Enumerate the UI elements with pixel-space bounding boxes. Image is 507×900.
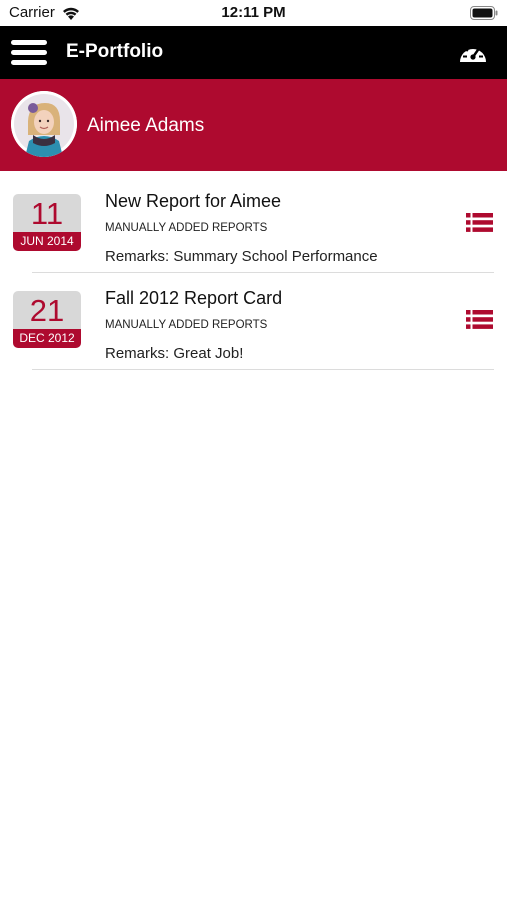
date-day: 21: [13, 291, 81, 329]
clock: 12:11 PM: [221, 4, 286, 21]
list-icon[interactable]: [466, 310, 493, 329]
nav-bar: E-Portfolio: [0, 26, 507, 79]
report-remarks: Remarks: Great Job!: [105, 345, 244, 362]
avatar: [11, 91, 77, 157]
report-list-item[interactable]: 21 DEC 2012 Fall 2012 Report Card MANUAL…: [0, 273, 507, 370]
report-title: Fall 2012 Report Card: [105, 288, 283, 308]
battery-icon: [470, 6, 498, 20]
report-remarks: Remarks: Summary School Performance: [105, 248, 378, 265]
row-divider: [32, 369, 494, 370]
report-category: MANUALLY ADDED REPORTS: [105, 222, 268, 234]
page-title: E-Portfolio: [66, 41, 164, 62]
student-name: Aimee Adams: [87, 115, 205, 136]
date-day: 11: [13, 194, 81, 232]
report-list-item[interactable]: 11 JUN 2014 New Report for Aimee MANUALL…: [0, 176, 507, 273]
hamburger-menu-icon[interactable]: [11, 40, 47, 66]
date-month-year: DEC 2012: [13, 329, 81, 348]
date-badge: 11 JUN 2014: [13, 194, 81, 251]
student-photo: [11, 91, 77, 157]
status-bar: Carrier 12:11 PM: [0, 0, 507, 26]
date-badge: 21 DEC 2012: [13, 291, 81, 348]
dashboard-speedometer-icon[interactable]: [457, 38, 489, 66]
list-icon[interactable]: [466, 213, 493, 232]
report-title: New Report for Aimee: [105, 191, 282, 211]
date-month-year: JUN 2014: [13, 232, 81, 251]
student-profile-header: Aimee Adams: [0, 79, 507, 171]
report-category: MANUALLY ADDED REPORTS: [105, 319, 268, 331]
